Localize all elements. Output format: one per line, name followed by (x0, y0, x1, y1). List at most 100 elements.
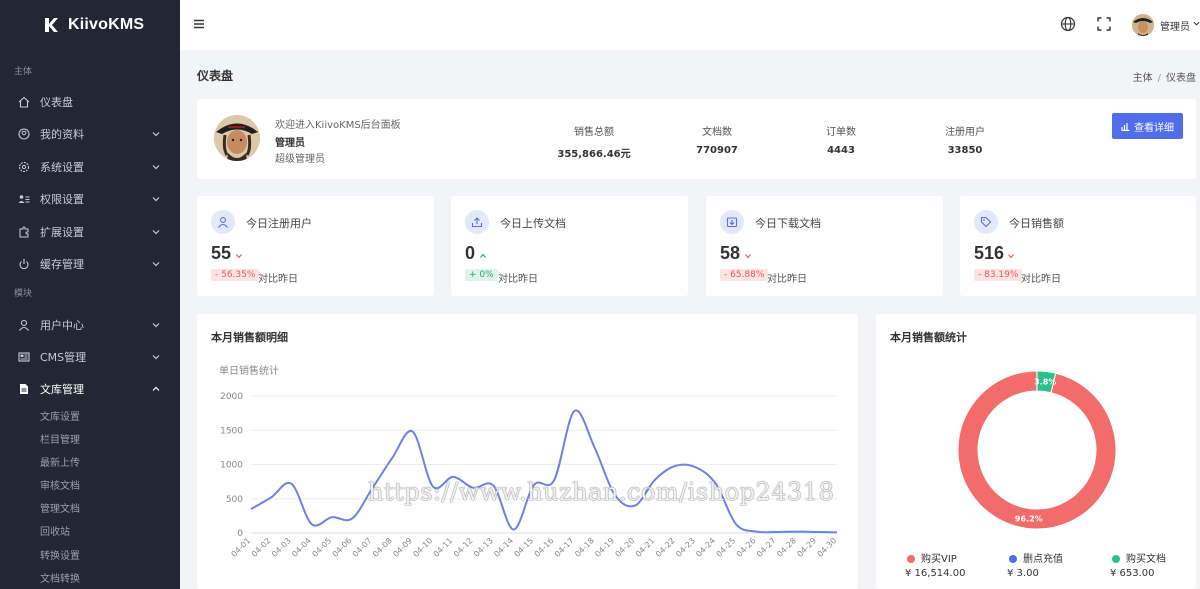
page-title: 仪表盘 (197, 69, 234, 83)
user-icon (218, 217, 228, 228)
user-circle-icon (18, 128, 30, 140)
x-tick-label: 04-02 (250, 536, 273, 559)
sidebar-item-cache[interactable]: 缓存管理 (0, 253, 180, 275)
welcome-card: 欢迎进入KiivoKMS后台面板 管理员 超级管理员 销售总额 355,866.… (197, 99, 1196, 179)
sidebar-item-system-settings[interactable]: 系统设置 (0, 156, 180, 178)
x-tick-label: 04-22 (654, 536, 677, 559)
x-tick-label: 04-16 (533, 536, 556, 559)
kpi-card-registrations: 今日注册用户 55 - 56.35% 对比昨日 (197, 196, 434, 296)
x-tick-label: 04-04 (290, 536, 313, 559)
pirate-avatar-icon (1132, 14, 1154, 36)
sidebar-item-permissions[interactable]: 权限设置 (0, 188, 180, 210)
kpi-value: 0 (465, 243, 476, 263)
sidebar-subitem-convert-settings[interactable]: 转换设置 (40, 550, 80, 564)
sidebar: KiivoKMS 主体 仪表盘 我的资料 系统设置 权限设置 扩展设置 缓存管理… (0, 0, 180, 589)
x-tick-label: 04-27 (755, 536, 778, 559)
bar-chart-icon (1121, 122, 1130, 131)
sales-donut-chart: 96.2% 3.8% (957, 370, 1117, 530)
x-tick-label: 04-25 (715, 536, 738, 559)
view-details-button[interactable]: 查看详细 (1112, 113, 1183, 139)
sales-detail-card: 本月销售额明细 单日销售统计 0 500 1000 1500 2000 04-01 04-0… (197, 314, 858, 589)
user-icon (19, 319, 29, 331)
sidebar-item-user-center[interactable]: 用户中心 (0, 314, 180, 336)
legend-label: 删点充值 (1023, 554, 1063, 565)
welcome-role: 超级管理员 (275, 154, 325, 165)
kpi-title: 今日销售额 (1009, 217, 1064, 230)
x-tick-label: 04-10 (411, 536, 434, 559)
x-tick-label: 04-20 (614, 536, 637, 559)
sidebar-item-dashboard[interactable]: 仪表盘 (0, 91, 180, 113)
brand[interactable]: KiivoKMS (0, 0, 180, 50)
x-tick-label: 04-07 (351, 536, 374, 559)
trend-down-icon (745, 254, 751, 259)
kpi-title: 今日下载文档 (755, 217, 821, 230)
sidebar-item-library[interactable]: 文库管理 (0, 378, 180, 400)
trend-down-icon (1008, 254, 1014, 259)
sidebar-subitem-library-settings[interactable]: 文库设置 (40, 411, 80, 425)
sidebar-subitem-review[interactable]: 审核文档 (40, 480, 80, 494)
x-tick-label: 04-06 (331, 536, 354, 559)
y-tick-label: 500 (226, 495, 243, 505)
chevron-down-icon (152, 355, 160, 360)
x-tick-label: 04-15 (513, 536, 536, 559)
x-tick-label: 04-11 (432, 536, 455, 559)
x-tick-label: 04-19 (593, 536, 616, 559)
x-tick-label: 04-29 (795, 536, 818, 559)
chevron-down-icon (152, 230, 160, 235)
x-tick-label: 04-26 (735, 536, 758, 559)
avatar[interactable] (1132, 14, 1154, 36)
y-tick-label: 0 (237, 529, 243, 539)
sidebar-item-cms[interactable]: CMS管理 (0, 346, 180, 368)
kpi-card-downloads: 今日下载文档 58 - 65.88% 对比昨日 (706, 196, 943, 296)
breadcrumb-item-main[interactable]: 主体 (1133, 73, 1153, 84)
sidebar-subitem-convert[interactable]: 文档转换 (40, 573, 80, 587)
legend-item[interactable]: 购买VIP (907, 550, 957, 565)
daily-sales-line-chart: 050010001500200004-0104-0204-0304-0404-0… (220, 392, 838, 559)
y-tick-label: 1500 (220, 426, 243, 436)
breadcrumb-item-current: 仪表盘 (1166, 73, 1196, 84)
legend-value: ¥ 16,514.00 (905, 568, 966, 579)
sidebar-subitem-recycle[interactable]: 回收站 (40, 526, 70, 540)
slice-percent-label: 3.8% (1034, 377, 1056, 386)
x-tick-label: 04-28 (775, 536, 798, 559)
watermark: https://www.huzhan.com/ishop24318 (368, 478, 835, 506)
kpi-compare-label: 对比昨日 (258, 274, 298, 285)
legend-value: ¥ 3.00 (1007, 568, 1039, 579)
sidebar-subitem-category[interactable]: 栏目管理 (40, 434, 80, 448)
top-username[interactable]: 管理员 (1160, 18, 1190, 33)
x-tick-label: 04-23 (674, 536, 697, 559)
download-icon (726, 217, 738, 228)
sidebar-subitem-manage-docs[interactable]: 管理文档 (40, 503, 80, 517)
legend-item[interactable]: 删点充值 (1009, 550, 1063, 565)
y-tick-label: 2000 (220, 392, 243, 402)
legend-label: 购买文档 (1126, 554, 1166, 565)
chevron-down-icon (152, 165, 160, 170)
sales-stats-card: 本月销售额统计 96.2% 3.8% 购买VIP ¥ 16,514.00 删点充值 ¥ … (876, 314, 1196, 589)
stat-order-count: 订单数 4443 (826, 127, 856, 156)
x-tick-label: 04-18 (573, 536, 596, 559)
users-list-icon (18, 195, 30, 203)
kpi-change-badge: - 83.19% (974, 269, 1023, 281)
legend-item[interactable]: 购买文档 (1112, 550, 1166, 565)
welcome-name: 管理员 (275, 138, 305, 149)
stat-document-count: 文档数 770907 (696, 127, 738, 156)
globe-icon[interactable] (1060, 16, 1076, 32)
kiivo-logo-icon (45, 18, 58, 32)
section-main-title: 主体 (14, 67, 33, 77)
kpi-compare-label: 对比昨日 (1021, 274, 1061, 285)
fullscreen-icon[interactable] (1096, 16, 1112, 32)
kpi-value: 58 (720, 243, 741, 263)
x-tick-label: 04-17 (553, 536, 576, 559)
chevron-down-icon[interactable] (1193, 20, 1200, 27)
sidebar-subitem-latest-upload[interactable]: 最新上传 (40, 457, 80, 471)
menu-icon[interactable] (193, 18, 205, 30)
sidebar-item-extensions[interactable]: 扩展设置 (0, 221, 180, 243)
kpi-change-badge: + 0% (465, 269, 498, 281)
sidebar-item-profile[interactable]: 我的资料 (0, 123, 180, 145)
chevron-down-icon (152, 197, 160, 202)
legend-dot-icon (1112, 555, 1120, 563)
y-tick-label: 1000 (220, 461, 243, 471)
pirate-avatar-icon (214, 115, 260, 161)
x-tick-label: 04-12 (452, 536, 475, 559)
welcome-greeting: 欢迎进入KiivoKMS后台面板 (275, 120, 401, 131)
